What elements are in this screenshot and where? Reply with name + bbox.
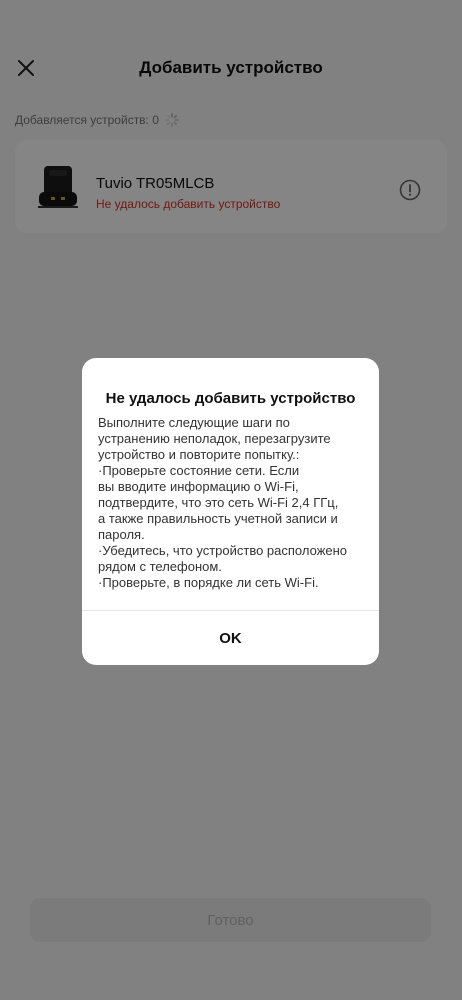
- dialog-line: рядом с телефоном.: [98, 559, 222, 574]
- dialog-line: устранению неполадок, перезагрузите: [98, 431, 331, 446]
- dialog-line: вы вводите информацию о Wi-Fi,: [98, 479, 299, 494]
- dialog-line: подтвердите, что это сеть Wi-Fi 2,4 ГГц,: [98, 495, 339, 510]
- dialog-line: пароля.: [98, 527, 145, 542]
- ok-button[interactable]: OK: [82, 611, 379, 665]
- dialog-title: Не удалось добавить устройство: [105, 390, 356, 407]
- dialog-line: ·Проверьте состояние сети. Если: [98, 463, 300, 478]
- dialog-line: Выполните следующие шаги по: [98, 415, 290, 430]
- error-dialog: Не удалось добавить устройство Выполните…: [82, 358, 379, 665]
- dialog-line: а также правильность учетной записи и: [98, 511, 338, 526]
- dialog-message: Выполните следующие шаги по устранению н…: [98, 415, 363, 591]
- dialog-line: устройство и повторите попытку.:: [98, 447, 300, 462]
- dialog-line: ·Убедитесь, что устройство расположено: [98, 543, 348, 558]
- dialog-line: ·Проверьте, в порядке ли сеть Wi-Fi.: [98, 575, 319, 590]
